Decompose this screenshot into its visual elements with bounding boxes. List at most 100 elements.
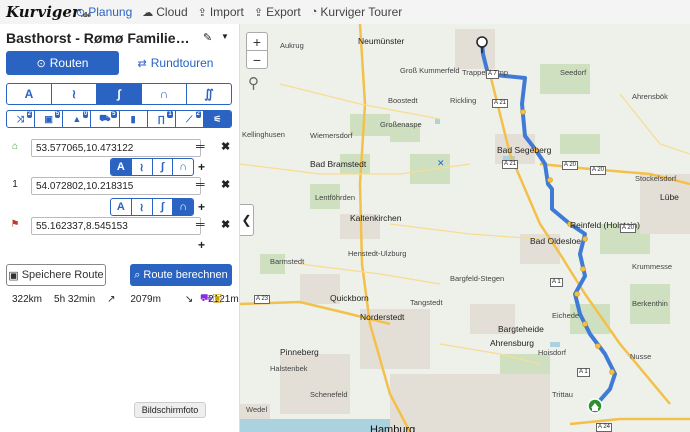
road-shield: A 21	[492, 99, 509, 108]
map-label: Kaltenkirchen	[350, 213, 402, 223]
map-label: Berkenthin	[632, 299, 668, 308]
export-icon: ⇪	[253, 6, 264, 19]
cloud-icon: ☁	[142, 6, 154, 19]
curviness-option-2[interactable]: ∫	[97, 84, 142, 104]
collapse-panel-button[interactable]: ❮	[240, 204, 254, 236]
nav-cloud[interactable]: ☁ Cloud	[142, 5, 187, 19]
toll-icon[interactable]: ▣ 5	[35, 111, 64, 127]
close-icon[interactable]: ✖	[221, 218, 230, 231]
calculate-route-button[interactable]: ⌕ Route berechnen	[130, 264, 232, 286]
waypoint-1-input[interactable]	[31, 177, 201, 195]
map-label: Ahrensbök	[632, 92, 668, 101]
waypoint-destination-input[interactable]	[31, 217, 201, 235]
unpaved-icon-glyph: ▲	[72, 114, 82, 124]
road-shield: A 24	[596, 423, 613, 432]
leg-curviness-option-3[interactable]: ∩	[173, 159, 193, 175]
unpaved-icon[interactable]: ▲ 0	[63, 111, 92, 127]
nav-planung[interactable]: ⊙ Planung	[76, 5, 132, 19]
car-icon[interactable]: ⛟ 5	[91, 111, 120, 127]
leg-curviness-option-2[interactable]: ∫	[153, 159, 174, 175]
count-badge: 2	[26, 111, 33, 118]
road-shield: A 1	[577, 368, 590, 377]
nav-import[interactable]: ⇪ Import	[198, 5, 244, 19]
curviness-option-0[interactable]: A	[7, 84, 52, 104]
trip-title[interactable]: Basthorst - Rømø Familie Campin...	[6, 30, 192, 46]
map-label: Schenefeld	[310, 390, 348, 399]
leg-curviness-option-3[interactable]: ∩	[173, 199, 193, 215]
waypoint-start-input[interactable]	[31, 139, 201, 157]
pass-icon-glyph: ⟋	[186, 113, 193, 124]
count-badge: 5	[54, 111, 61, 118]
count-badge: 0	[83, 111, 89, 118]
zoom-out-button[interactable]: −	[246, 50, 268, 69]
map-label: Rickling	[450, 96, 477, 105]
road-shield: A 7	[486, 70, 499, 79]
map-label: Halstenbek	[270, 364, 308, 373]
app-window: Kurviger.de ⊙ Planung ☁ Cloud ⇪ Import ⇪ Exp…	[0, 0, 690, 432]
import-icon: ⇪	[197, 6, 207, 19]
nav-export[interactable]: ⇪ Export	[254, 5, 301, 19]
map-label: Bargteheide	[498, 324, 544, 334]
close-icon[interactable]: ✖	[221, 178, 230, 191]
map-label: Hamburg	[370, 424, 416, 432]
duration-value: 5h 32min	[54, 294, 96, 305]
map-label: Lübe	[660, 192, 679, 202]
curviness-option-4[interactable]: ∬	[187, 84, 231, 104]
leg-curviness-option-0[interactable]: A	[111, 199, 132, 215]
waypoint-row-start: ⌂ ═ ✖	[6, 139, 238, 157]
curviness-option-1[interactable]: ≀	[52, 84, 97, 104]
map-label: Hoisdorf	[538, 348, 566, 357]
save-route-button[interactable]: ▣ Speichere Route	[6, 264, 106, 286]
route-stats: 322km 5h 32min ↗ 2079m ↘ 2121m	[12, 294, 239, 305]
leg-curviness-option-2[interactable]: ∫	[153, 199, 174, 215]
map-pin-icon[interactable]: ⚲	[248, 74, 259, 92]
map-label: Barmstedt	[270, 257, 305, 266]
caret-down-icon[interactable]: ▼	[221, 32, 229, 41]
drag-handle-icon[interactable]: ═	[196, 217, 205, 231]
map-label: Groß Kummerfeld	[400, 66, 460, 75]
drag-handle-icon[interactable]: ═	[196, 139, 205, 153]
car-warning-icon[interactable]: ⛟	[200, 293, 213, 304]
screenshot-button[interactable]: Bildschirmfoto	[134, 402, 206, 418]
add-waypoint-button[interactable]: +	[198, 200, 205, 214]
map-label: Bad Segeberg	[497, 145, 552, 155]
zoom-in-button[interactable]: +	[246, 32, 268, 51]
number-icon: 1	[12, 179, 18, 190]
leg-curviness-option-1[interactable]: ≀	[132, 159, 153, 175]
map-view[interactable]: ✕ Neumünster Aukrug Großenaspe Trappenkamp G…	[240, 24, 690, 432]
distance-value: 322km	[12, 294, 43, 305]
add-waypoint-button[interactable]: +	[198, 238, 205, 252]
mode-tabs: ⊙ Routen ⇄ Rundtouren	[6, 51, 232, 75]
map-label: Kellinghusen	[242, 130, 285, 139]
tourer-icon: ◔	[310, 6, 318, 18]
svg-text:✕: ✕	[437, 159, 445, 169]
leg-curviness-option-1[interactable]: ≀	[132, 199, 153, 215]
map-label: Norderstedt	[360, 312, 405, 322]
drag-handle-icon[interactable]: ═	[196, 177, 205, 191]
planning-panel: Basthorst - Rømø Familie Campin... ✎ ▼ ⊙…	[0, 24, 240, 432]
kurviger-logo[interactable]: Kurviger.de	[6, 3, 91, 21]
waypoint-row-destination: ⚑ ═ ✖	[6, 217, 238, 235]
pass-icon[interactable]: ⟋ 2	[176, 111, 204, 127]
ferry-icon[interactable]: ▮	[120, 111, 148, 127]
settings-icon[interactable]: ⚟	[203, 111, 231, 127]
loop-icon: ⇄	[137, 57, 147, 70]
count-badge: 2	[195, 111, 201, 118]
leg-curviness-selector-2: A ≀ ∫ ∩	[110, 198, 194, 216]
map-label: Bad Bramstedt	[310, 159, 367, 169]
info-warning-icon[interactable]: ▣	[213, 293, 222, 304]
tab-routes[interactable]: ⊙ Routen	[6, 51, 119, 75]
map-label: Tangstedt	[410, 298, 443, 307]
curviness-option-3[interactable]: ∩	[142, 84, 187, 104]
route-warning-icons[interactable]: ⛟▣	[200, 293, 222, 306]
pencil-icon[interactable]: ✎	[203, 31, 212, 44]
tunnel-icon[interactable]: ∏ 1	[148, 111, 176, 127]
nav-kurviger-tourer[interactable]: ◔ Kurviger Tourer	[311, 5, 402, 19]
map-label: Bargfeld-Stegen	[450, 274, 505, 283]
tab-round-tours[interactable]: ⇄ Rundtouren	[119, 51, 232, 75]
leg-curviness-option-0[interactable]: A	[111, 159, 132, 175]
shuffle-icon-glyph: ⤨	[16, 113, 25, 124]
close-icon[interactable]: ✖	[221, 140, 230, 153]
shuffle-icon[interactable]: ⤨ 2	[7, 111, 36, 127]
add-waypoint-button[interactable]: +	[198, 160, 205, 174]
